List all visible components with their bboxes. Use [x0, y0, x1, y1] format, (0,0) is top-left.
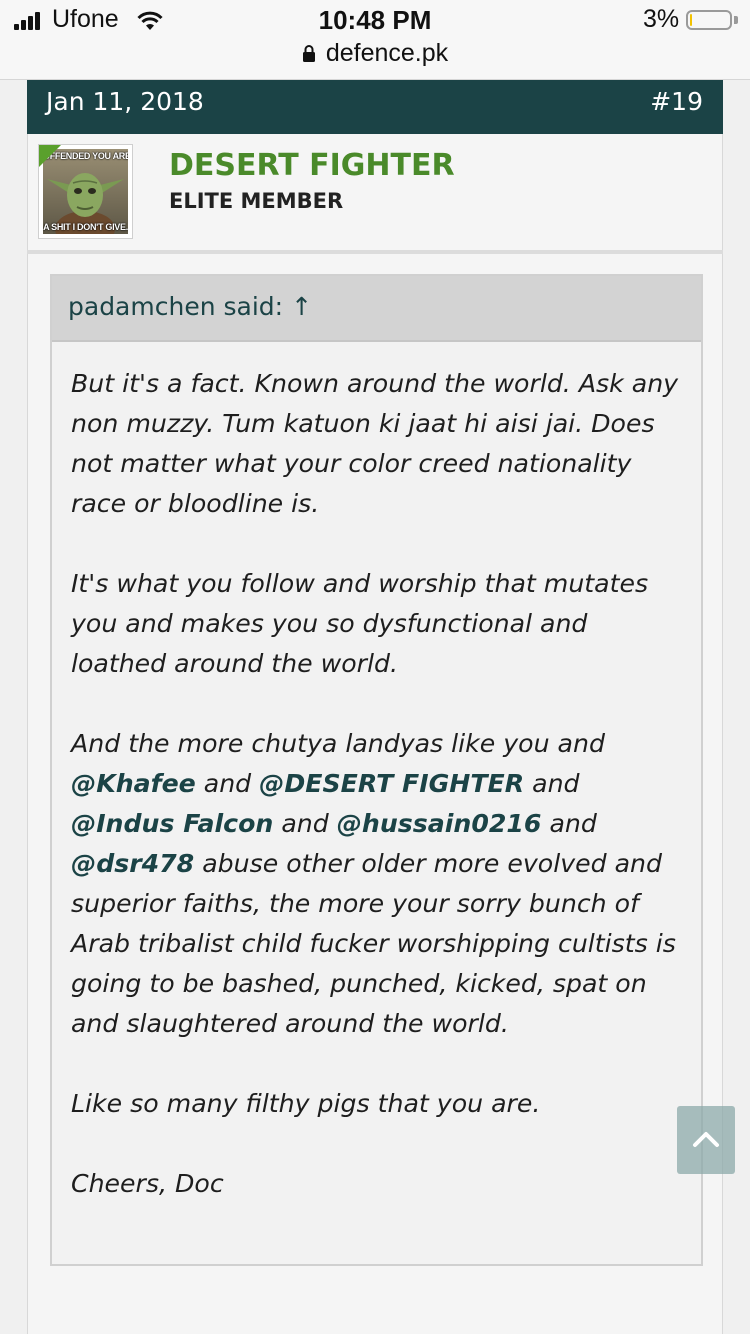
quote-author: padamchen said:	[68, 292, 284, 321]
quote-text-segment: and	[195, 769, 260, 798]
address-bar[interactable]: defence.pk	[0, 39, 750, 68]
post-date: Jan 11, 2018	[46, 87, 204, 116]
quote-text-segment: and	[541, 809, 597, 838]
mention-link[interactable]: @dsr478	[71, 849, 194, 878]
online-indicator	[39, 145, 61, 167]
post-author-title: ELITE MEMBER	[169, 189, 344, 213]
mention-link[interactable]: @DESERT FIGHTER	[259, 769, 524, 798]
quote-text-segment: and	[524, 769, 580, 798]
quote-paragraph: Cheers, Doc	[71, 1169, 224, 1198]
post-author-name[interactable]: DESERT FIGHTER	[169, 148, 455, 183]
mention-link[interactable]: @Indus Falcon	[71, 809, 273, 838]
quote-paragraph: It's what you follow and worship that mu…	[71, 569, 649, 678]
post-permalink[interactable]: #19	[650, 87, 703, 116]
quote-block: padamchen said: ↑ But it's a fact. Known …	[50, 274, 703, 1266]
arrow-up-icon[interactable]: ↑	[291, 292, 312, 321]
quote-header: padamchen said: ↑	[52, 276, 701, 342]
post-header: Jan 11, 2018 #19	[27, 80, 723, 134]
mention-link[interactable]: @Khafee	[71, 769, 196, 798]
avatar-caption-bottom: A SHIT I DON'T GIVE.	[43, 222, 128, 232]
quote-paragraph: Like so many filthy pigs that you are.	[71, 1089, 541, 1118]
quote-content: But it's a fact. Known around the world.…	[71, 364, 687, 1244]
quote-paragraph: And the more chutya landyas like you and…	[71, 724, 687, 1044]
url-text: defence.pk	[325, 39, 449, 67]
quote-author-link[interactable]: padamchen said: ↑	[68, 292, 312, 321]
quote-text-segment: And the more chutya landyas like you and	[71, 729, 605, 758]
post-author-block: OFFENDED YOU ARE? A SHIT I DON'T GIVE. D…	[27, 134, 723, 250]
quote-paragraph: But it's a fact. Known around the world.…	[71, 369, 679, 518]
battery-icon	[686, 10, 732, 30]
lock-icon	[302, 40, 316, 62]
scroll-to-top-button[interactable]	[677, 1106, 735, 1174]
mention-link[interactable]: @hussain0216	[337, 809, 542, 838]
battery-level	[690, 14, 692, 26]
status-bar: Ufone 10:48 PM 3% defence.pk	[0, 0, 750, 80]
avatar[interactable]: OFFENDED YOU ARE? A SHIT I DON'T GIVE.	[38, 144, 133, 239]
status-time: 10:48 PM	[318, 5, 432, 35]
chevron-up-icon	[693, 1132, 719, 1147]
quote-text-segment: and	[273, 809, 337, 838]
battery-percentage: 3%	[643, 5, 680, 33]
battery-nub	[734, 16, 738, 24]
